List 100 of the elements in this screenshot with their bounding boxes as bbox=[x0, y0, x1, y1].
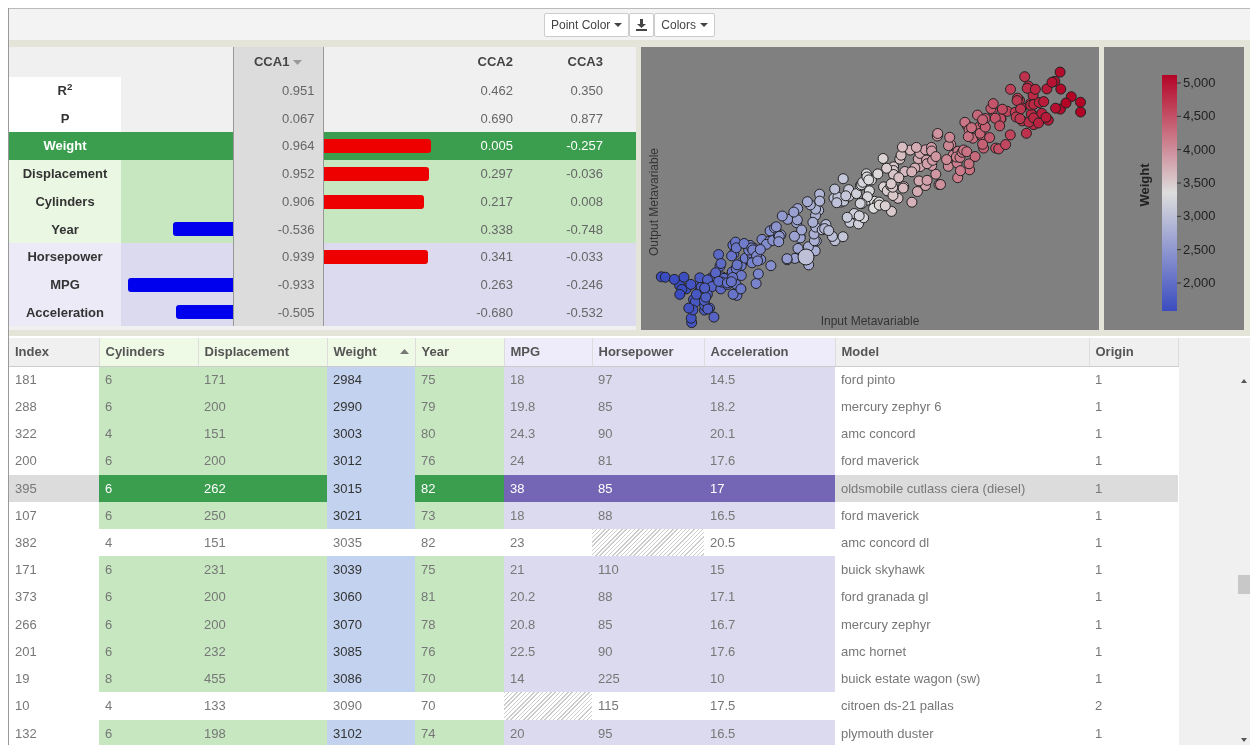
table-cell: 79 bbox=[415, 393, 504, 421]
variable-label[interactable]: Displacement bbox=[9, 160, 121, 188]
table-cell: 200 bbox=[198, 610, 327, 639]
legend-tick-label: 3,500 bbox=[1183, 175, 1216, 190]
table-cell: 0.952 bbox=[233, 160, 323, 188]
table-cell: 85 bbox=[592, 610, 704, 639]
table-cell: 200 bbox=[198, 393, 327, 421]
table-cell: 2990 bbox=[327, 393, 415, 421]
table-cell: 6 bbox=[99, 447, 198, 475]
table-cell: 200 bbox=[198, 583, 327, 611]
table-cell: 14 bbox=[504, 665, 592, 693]
column-header[interactable]: Acceleration bbox=[704, 338, 835, 366]
table-cell: 82 bbox=[415, 474, 504, 503]
table-cell: 20.1 bbox=[704, 420, 835, 448]
table-cell: 78 bbox=[415, 610, 504, 639]
table-cell: -0.933 bbox=[233, 270, 323, 299]
table-cell: 74 bbox=[415, 719, 504, 745]
table-cell: 3090 bbox=[327, 692, 415, 720]
table-cell: 82 bbox=[415, 529, 504, 557]
table-cell: 18.2 bbox=[704, 393, 835, 421]
table-cell: 4 bbox=[99, 420, 198, 448]
table-cell: 16.5 bbox=[704, 719, 835, 745]
caret-icon bbox=[614, 22, 623, 27]
legend-tick-label: 5,000 bbox=[1183, 75, 1216, 90]
table-cell: 115 bbox=[592, 692, 704, 720]
table-cell: 6 bbox=[99, 393, 198, 421]
table-cell: 3003 bbox=[327, 420, 415, 448]
table-cell: 73 bbox=[415, 502, 504, 530]
table-cell: -0.505 bbox=[233, 298, 323, 327]
column-header[interactable]: MPG bbox=[504, 338, 592, 366]
column-header[interactable]: Displacement bbox=[198, 338, 327, 366]
dropdown-button[interactable]: Colors bbox=[654, 12, 716, 37]
column-header[interactable]: Origin bbox=[1089, 338, 1178, 366]
table-cell: 133 bbox=[198, 692, 327, 720]
table-cell: 250 bbox=[198, 502, 327, 530]
table-cell: 151 bbox=[198, 420, 327, 448]
legend-title: Weight bbox=[1137, 163, 1152, 207]
table-cell: 4 bbox=[99, 529, 198, 557]
table-cell: 0.877 bbox=[521, 104, 611, 133]
column-header[interactable]: Year bbox=[415, 338, 504, 366]
table-cell: 0.005 bbox=[433, 132, 521, 161]
table-cell: 3015 bbox=[327, 474, 415, 503]
variable-label[interactable]: Cylinders bbox=[9, 187, 121, 216]
table-cell: 22.5 bbox=[504, 638, 592, 666]
table-cell: 17 bbox=[704, 474, 835, 503]
table-cell: ford pinto bbox=[835, 366, 1089, 394]
column-header[interactable]: Horsepower bbox=[592, 338, 704, 366]
table-cell: 1 bbox=[1089, 474, 1178, 503]
table-cell: 3039 bbox=[327, 556, 415, 584]
variable-label[interactable]: Year bbox=[9, 215, 121, 244]
table-cell: 198 bbox=[198, 719, 327, 745]
column-header[interactable]: Index bbox=[9, 338, 99, 366]
table-cell: 0.008 bbox=[521, 187, 611, 216]
table-cell: oldsmobile cutlass ciera (diesel) bbox=[835, 474, 1089, 503]
table-cell: 6 bbox=[99, 583, 198, 611]
table-cell: 231 bbox=[198, 556, 327, 584]
table-cell: 0.297 bbox=[433, 160, 521, 188]
variable-label[interactable]: MPG bbox=[9, 270, 121, 299]
column-header[interactable]: CCA3 bbox=[567, 54, 603, 70]
column-header[interactable]: CCA2 bbox=[477, 54, 513, 70]
table-cell: 6 bbox=[99, 556, 198, 584]
table-cell: ford maverick bbox=[835, 447, 1089, 475]
table-cell: 455 bbox=[198, 665, 327, 693]
table-cell: 18 bbox=[504, 366, 592, 394]
variable-label[interactable]: Horsepower bbox=[9, 243, 121, 271]
table-cell: 76 bbox=[415, 638, 504, 666]
table-cell: 23 bbox=[504, 529, 592, 557]
table-cell: -0.257 bbox=[521, 132, 611, 161]
table-cell: 200 bbox=[9, 447, 99, 475]
dropdown-button[interactable]: Point Color bbox=[543, 12, 630, 37]
table-cell: 75 bbox=[415, 366, 504, 394]
table-cell: 8 bbox=[99, 665, 198, 693]
legend-tick-label: 4,000 bbox=[1183, 141, 1216, 157]
table-cell: 14.5 bbox=[704, 366, 835, 394]
table-cell: 262 bbox=[198, 474, 327, 503]
table-cell: 70 bbox=[415, 692, 504, 720]
legend-tick-label: 2,500 bbox=[1183, 241, 1216, 257]
column-header[interactable]: Weight bbox=[327, 338, 415, 366]
table-cell: 6 bbox=[99, 610, 198, 639]
table-cell: 0.341 bbox=[433, 243, 521, 271]
variable-label[interactable]: Acceleration bbox=[9, 298, 121, 327]
table-cell: 95 bbox=[592, 719, 704, 745]
sort-ascending-icon[interactable] bbox=[399, 348, 409, 354]
table-cell: 0.964 bbox=[233, 132, 323, 161]
table-cell: 24.3 bbox=[504, 420, 592, 448]
download-button[interactable] bbox=[629, 12, 655, 37]
table-cell: 3060 bbox=[327, 583, 415, 611]
table-cell: 6 bbox=[99, 719, 198, 745]
table-cell: 151 bbox=[198, 529, 327, 557]
table-cell: 90 bbox=[592, 638, 704, 666]
table-cell: 20.2 bbox=[504, 583, 592, 611]
column-header[interactable]: Model bbox=[835, 338, 1089, 366]
legend-tick-label: 2,000 bbox=[1183, 275, 1216, 290]
column-header[interactable]: Cylinders bbox=[99, 338, 198, 366]
table-cell: 225 bbox=[592, 665, 704, 693]
axis-label: Output Metavariable bbox=[647, 147, 661, 257]
table-cell: 200 bbox=[198, 447, 327, 475]
table-cell: 16.7 bbox=[704, 610, 835, 639]
table-cell: 3035 bbox=[327, 529, 415, 557]
table-cell: 75 bbox=[415, 556, 504, 584]
